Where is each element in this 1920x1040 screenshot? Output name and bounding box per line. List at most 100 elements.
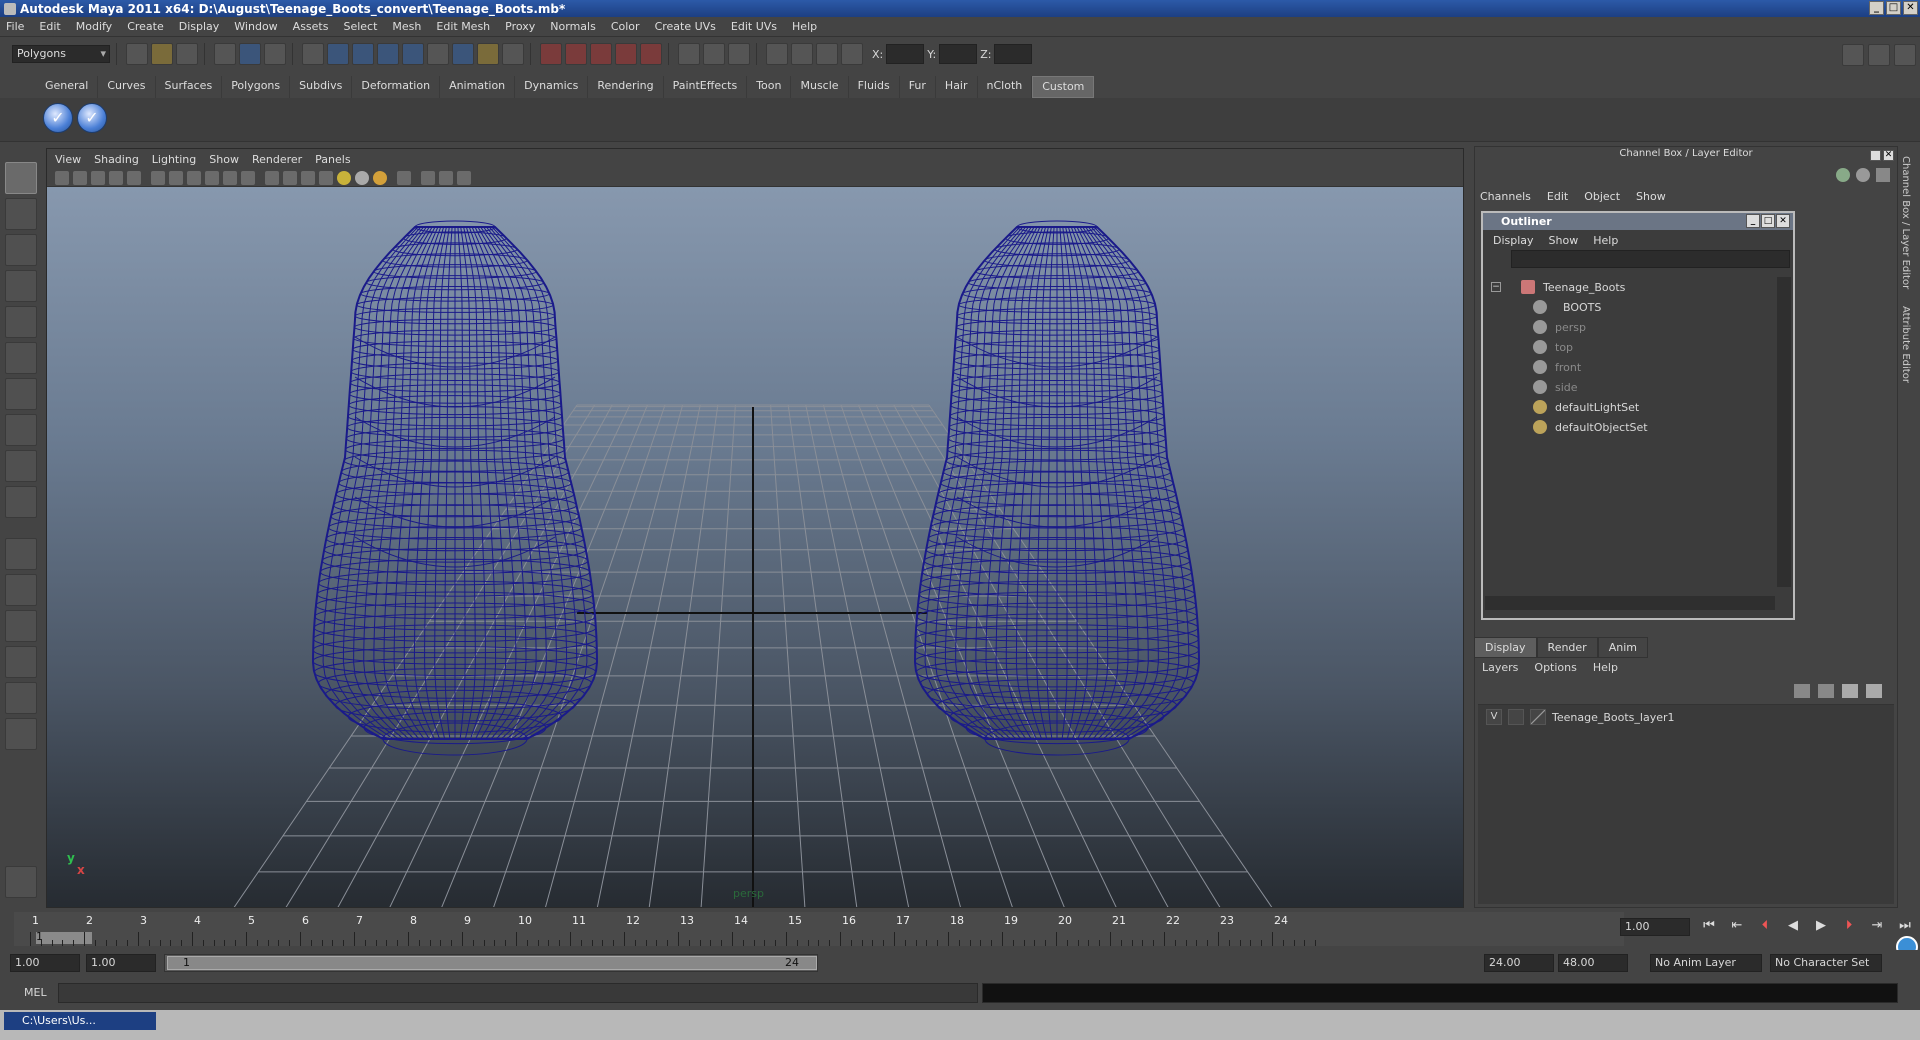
channel-menu-edit[interactable]: Edit <box>1547 190 1568 203</box>
snap-grid-icon[interactable] <box>302 43 324 65</box>
outliner-filter-field[interactable] <box>1511 250 1790 268</box>
panel-menu-renderer[interactable]: Renderer <box>252 153 302 166</box>
move-tool-icon[interactable] <box>5 270 37 302</box>
minimize-button[interactable]: _ <box>1869 1 1884 15</box>
outliner-item-side[interactable]: side <box>1485 377 1775 397</box>
menu-proxy[interactable]: Proxy <box>505 20 535 33</box>
perspective-viewport[interactable]: View Shading Lighting Show Renderer Pane… <box>46 148 1464 908</box>
boot-left-wireframe[interactable] <box>311 220 599 756</box>
render-settings-icon[interactable] <box>590 43 612 65</box>
move-layer-up-icon[interactable] <box>1794 684 1810 698</box>
bookmark-icon[interactable] <box>91 171 105 185</box>
menu-select[interactable]: Select <box>343 20 377 33</box>
time-slider[interactable]: 1 1 2 3 4 5 6 7 8 9 10 11 12 13 14 15 16 17 18 19 20 21 22 23 2… <box>14 912 1624 946</box>
snap-point-icon[interactable] <box>352 43 374 65</box>
outliner-item-teenage-boots[interactable]: − Teenage_Boots <box>1485 277 1775 297</box>
cmd-script-icon[interactable] <box>5 866 37 898</box>
scale-tool-icon[interactable] <box>5 342 37 374</box>
sphere-icon[interactable] <box>816 43 838 65</box>
character-set-dropdown[interactable]: No Character Set <box>1770 954 1882 972</box>
menu-create-uvs[interactable]: Create UVs <box>655 20 716 33</box>
custom-layout-icon[interactable] <box>5 718 37 750</box>
shelf-tab-fur[interactable]: Fur <box>900 76 936 98</box>
menu-edit[interactable]: Edit <box>39 20 60 33</box>
step-forward-frame-icon[interactable]: ⏵ <box>1840 918 1858 936</box>
smooth-shade-icon[interactable] <box>283 171 297 185</box>
layer-menu-options[interactable]: Options <box>1534 661 1576 674</box>
graph-icon[interactable] <box>791 43 813 65</box>
menu-normals[interactable]: Normals <box>550 20 596 33</box>
camera-attributes-icon[interactable] <box>55 171 69 185</box>
panel-menu-shading[interactable]: Shading <box>94 153 139 166</box>
single-perspective-layout-icon[interactable] <box>5 538 37 570</box>
two-d-pan-zoom-icon[interactable] <box>127 171 141 185</box>
camera-select-icon[interactable] <box>73 171 87 185</box>
shelf-tab-curves[interactable]: Curves <box>98 76 156 98</box>
show-manipulator-icon[interactable] <box>5 450 37 482</box>
hypershade-icon[interactable] <box>615 43 637 65</box>
collapse-toggle-icon[interactable]: − <box>1491 282 1501 292</box>
transform-icon[interactable] <box>841 43 863 65</box>
menu-set-dropdown[interactable]: Polygons <box>12 45 110 63</box>
menu-edit-mesh[interactable]: Edit Mesh <box>436 20 490 33</box>
shelf-tab-custom[interactable]: Custom <box>1032 76 1095 98</box>
z-field[interactable] <box>994 44 1033 64</box>
shelf-tab-surfaces[interactable]: Surfaces <box>156 76 223 98</box>
go-to-start-icon[interactable]: ⏮ <box>1700 918 1718 936</box>
wireframe-icon[interactable] <box>265 171 279 185</box>
select-by-object-icon[interactable] <box>239 43 261 65</box>
outliner-item-front[interactable]: front <box>1485 357 1775 377</box>
toggle-channel-box-icon[interactable] <box>1894 44 1916 66</box>
mel-label[interactable]: MEL <box>24 986 47 999</box>
outliner-item-boots[interactable]: BOOTS <box>1485 297 1775 317</box>
four-view-layout-icon[interactable] <box>5 574 37 606</box>
grid-icon[interactable] <box>151 171 165 185</box>
layer-visibility-toggle[interactable]: V <box>1486 709 1502 725</box>
rotate-tool-icon[interactable] <box>5 306 37 338</box>
layout-icon[interactable] <box>728 43 750 65</box>
save-scene-icon[interactable] <box>176 43 198 65</box>
channel-menu-channels[interactable]: Channels <box>1480 190 1531 203</box>
shelf-tab-ncloth[interactable]: nCloth <box>978 76 1033 98</box>
menu-create[interactable]: Create <box>127 20 164 33</box>
play-backward-icon[interactable]: ◀ <box>1784 918 1802 936</box>
range-slider[interactable]: 1 24 <box>164 954 818 972</box>
persp-graph-layout-icon[interactable] <box>5 646 37 678</box>
help-query-icon[interactable] <box>452 43 474 65</box>
shelf-tab-polygons[interactable]: Polygons <box>222 76 291 98</box>
playback-end-field[interactable]: 24.00 <box>1484 954 1554 972</box>
backface-culling-icon[interactable] <box>457 171 471 185</box>
play-forward-icon[interactable]: ▶ <box>1812 918 1830 936</box>
close-panel-button[interactable]: ✕ <box>1883 150 1894 161</box>
menu-help[interactable]: Help <box>792 20 817 33</box>
universal-manipulator-icon[interactable] <box>5 378 37 410</box>
menu-file[interactable]: File <box>6 20 24 33</box>
default-light-icon[interactable] <box>337 171 351 185</box>
manipulator-icon[interactable] <box>1836 168 1850 182</box>
side-tab-attribute-editor[interactable]: Attribute Editor <box>1900 306 1911 383</box>
snap-live-icon[interactable] <box>402 43 424 65</box>
panel-menu-lighting[interactable]: Lighting <box>152 153 196 166</box>
textured-icon[interactable] <box>319 171 333 185</box>
boot-right-wireframe[interactable] <box>913 220 1201 756</box>
history-icon[interactable] <box>427 43 449 65</box>
layer-tab-anim[interactable]: Anim <box>1597 637 1648 658</box>
x-field[interactable] <box>886 44 925 64</box>
wireframe-on-shaded-icon[interactable] <box>301 171 315 185</box>
isolate-select-icon[interactable] <box>397 171 411 185</box>
outliner-menu-show[interactable]: Show <box>1549 234 1579 247</box>
new-layer-selected-icon[interactable] <box>1866 684 1882 698</box>
menu-mesh[interactable]: Mesh <box>392 20 421 33</box>
y-field[interactable] <box>939 44 978 64</box>
xray-joints-icon[interactable] <box>439 171 453 185</box>
shelf-tab-toon[interactable]: Toon <box>747 76 792 98</box>
shelf-tab-general[interactable]: General <box>36 76 99 98</box>
select-tool-icon[interactable] <box>5 162 37 194</box>
float-panel-button[interactable] <box>1870 150 1881 161</box>
new-scene-icon[interactable] <box>126 43 148 65</box>
soft-modification-icon[interactable] <box>5 414 37 446</box>
checkmark-shelf-icon[interactable]: ✓ <box>43 103 73 133</box>
minimized-window[interactable]: C:\Users\Us... <box>4 1012 156 1030</box>
speed-icon[interactable] <box>1856 168 1870 182</box>
image-plane-icon[interactable] <box>109 171 123 185</box>
